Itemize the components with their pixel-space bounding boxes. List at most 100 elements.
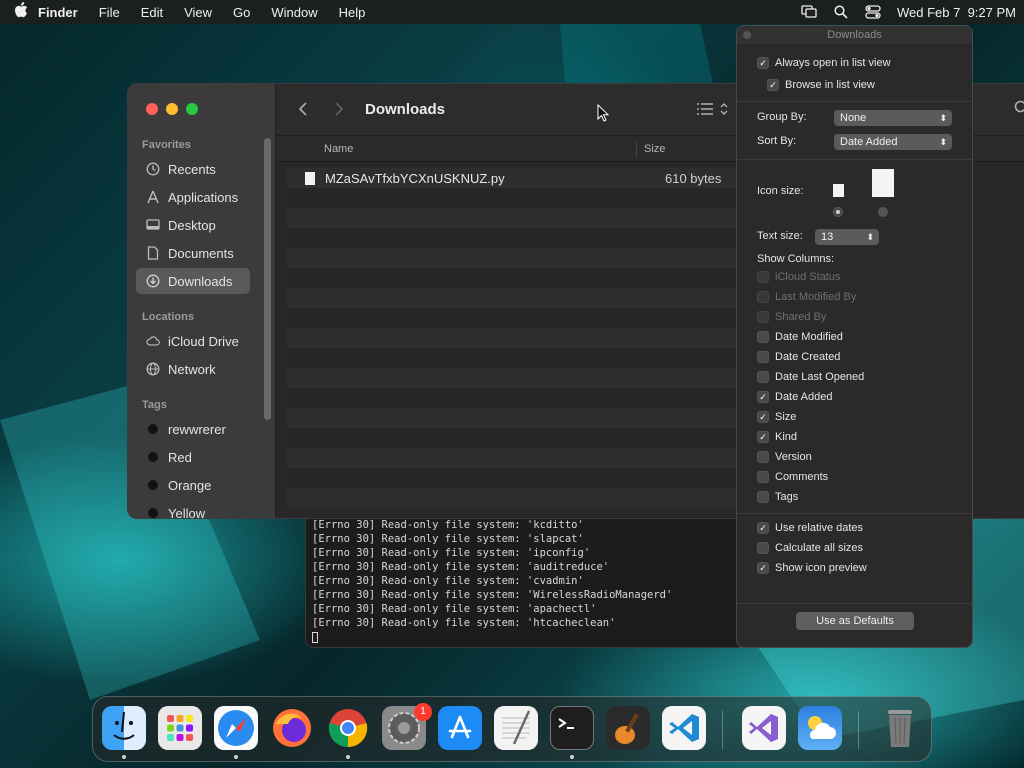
dock-safari-icon[interactable] <box>214 706 258 750</box>
sidebar-item-documents[interactable]: Documents <box>136 240 250 266</box>
python-file-icon <box>305 171 315 185</box>
mouse-pointer-icon <box>597 103 610 125</box>
show-column-checkbox[interactable]: ✓ Kind <box>757 431 797 443</box>
select-value: None <box>840 112 867 124</box>
zoom-button[interactable] <box>186 103 198 115</box>
running-indicator <box>234 755 238 759</box>
checkmark-icon: ✓ <box>767 79 779 91</box>
show-icon-preview-checkbox[interactable]: ✓ Show icon preview <box>757 562 867 574</box>
icon-size-large-radio[interactable] <box>878 207 888 217</box>
menu-finder[interactable]: Finder <box>38 5 78 20</box>
sidebar-item-label: Applications <box>168 189 239 205</box>
control-center-icon[interactable] <box>865 5 881 19</box>
sidebar-item-downloads[interactable]: Downloads <box>136 268 250 294</box>
show-column-checkbox[interactable]: Version <box>757 451 812 463</box>
panel-close-button[interactable] <box>743 31 751 39</box>
back-button[interactable] <box>298 100 308 123</box>
sidebar-item-recents[interactable]: Recents <box>136 156 250 182</box>
show-column-checkbox[interactable]: Date Created <box>757 351 840 363</box>
column-name[interactable]: Name <box>324 143 353 155</box>
sidebar-item-label: Orange <box>168 477 212 493</box>
show-column-checkbox[interactable]: ✓ Date Added <box>757 391 833 403</box>
show-column-checkbox[interactable]: Date Modified <box>757 331 843 343</box>
screen-mirroring-icon[interactable] <box>801 5 817 19</box>
use-relative-dates-checkbox[interactable]: ✓ Use relative dates <box>757 522 863 534</box>
use-as-defaults-button[interactable]: Use as Defaults <box>796 612 914 630</box>
minimize-button[interactable] <box>166 103 178 115</box>
dock-separator <box>722 711 723 749</box>
sidebar-scrollbar[interactable] <box>264 138 271 420</box>
sidebar-item-applications[interactable]: Applications <box>136 184 250 210</box>
dock-finder-icon[interactable] <box>102 706 146 750</box>
terminal-line: [Errno 30] Read-only file system: 'slapc… <box>312 533 584 545</box>
column-size[interactable]: Size <box>644 143 665 155</box>
file-row[interactable]: MZaSAvTfxbYCXnUSKNUZ.py 610 bytes <box>305 168 745 188</box>
show-column-checkbox[interactable]: Date Last Opened <box>757 371 864 383</box>
menu-view[interactable]: View <box>184 5 212 20</box>
menu-go[interactable]: Go <box>233 5 250 20</box>
calculate-all-sizes-checkbox[interactable]: Calculate all sizes <box>757 542 863 554</box>
sidebar-item-desktop[interactable]: Desktop <box>136 212 250 238</box>
text-size-select[interactable]: 13 ⬍ <box>815 229 879 245</box>
dock-weather-icon[interactable] <box>798 706 842 750</box>
forward-button[interactable] <box>334 100 344 123</box>
large-icon-preview <box>872 169 894 197</box>
dock-garageband-icon[interactable] <box>606 706 650 750</box>
dock-textedit-icon[interactable] <box>494 706 538 750</box>
sidebar-tag-red[interactable]: Red <box>136 444 250 470</box>
chevron-updown-icon: ⬍ <box>939 137 947 147</box>
menubar-clock[interactable]: Wed Feb 7 9:27 PM <box>897 5 1016 20</box>
show-column-checkbox: Last Modified By <box>757 291 856 303</box>
sidebar-tag-orange[interactable]: Orange <box>136 472 250 498</box>
dock-launchpad-icon[interactable] <box>158 706 202 750</box>
column-separator[interactable] <box>636 141 637 157</box>
icon-size-small-radio[interactable] <box>833 207 843 217</box>
sidebar-item-icloud-drive[interactable]: iCloud Drive <box>136 328 250 354</box>
finder-sidebar: Favorites Recents Applications Desktop D… <box>128 84 276 518</box>
close-button[interactable] <box>146 103 158 115</box>
dock-visual-studio-icon[interactable] <box>742 706 786 750</box>
menu-window[interactable]: Window <box>271 5 317 20</box>
checkbox-label: Date Added <box>775 391 833 403</box>
checkbox-label: Version <box>775 451 812 463</box>
search-icon[interactable] <box>1014 100 1024 119</box>
apple-menu-icon[interactable] <box>14 2 38 22</box>
running-indicator <box>570 755 574 759</box>
dock: 1 <box>92 696 932 762</box>
panel-title-bar: Downloads <box>737 26 972 44</box>
sidebar-tag-rewwrerer[interactable]: rewwrerer <box>136 416 250 442</box>
dock-firefox-icon[interactable] <box>270 706 314 750</box>
sidebar-tag-yellow[interactable]: Yellow <box>136 500 250 519</box>
menu-help[interactable]: Help <box>339 5 366 20</box>
browse-list-view-checkbox[interactable]: ✓ Browse in list view <box>767 79 875 91</box>
tag-dot-icon <box>148 508 158 518</box>
sidebar-item-network[interactable]: Network <box>136 356 250 382</box>
list-view-icon[interactable] <box>696 101 732 120</box>
sidebar-item-label: Downloads <box>168 273 233 289</box>
dock-chrome-icon[interactable] <box>326 706 370 750</box>
menu-edit[interactable]: Edit <box>141 5 163 20</box>
dock-trash-icon[interactable] <box>878 706 922 750</box>
show-column-checkbox[interactable]: Tags <box>757 491 798 503</box>
show-column-checkbox[interactable]: ✓ Size <box>757 411 796 423</box>
checkbox-label: Last Modified By <box>775 291 857 303</box>
dock-vscode-icon[interactable] <box>662 706 706 750</box>
always-open-list-view-checkbox[interactable]: ✓ Always open in list view <box>757 57 891 69</box>
show-columns-label: Show Columns: <box>757 253 835 265</box>
checkbox-label: Tags <box>775 491 799 503</box>
dock-terminal-icon[interactable] <box>550 706 594 750</box>
group-by-select[interactable]: None ⬍ <box>834 110 952 126</box>
sidebar-item-label: Yellow <box>168 505 206 519</box>
divider <box>737 101 972 102</box>
checkbox-label: Date Modified <box>775 331 843 343</box>
sort-by-select[interactable]: Date Added ⬍ <box>834 134 952 150</box>
checkmark-icon: ✓ <box>757 411 769 423</box>
show-column-checkbox[interactable]: Comments <box>757 471 828 483</box>
terminal-window[interactable]: [Errno 30] Read-only file system: 'kcdit… <box>305 505 745 648</box>
menu-file[interactable]: File <box>99 5 120 20</box>
spotlight-search-icon[interactable] <box>833 5 849 19</box>
dock-app-store-icon[interactable] <box>438 706 482 750</box>
sidebar-item-label: Desktop <box>168 217 216 233</box>
sidebar-item-label: iCloud Drive <box>168 333 239 349</box>
tag-dot-icon <box>148 480 158 490</box>
